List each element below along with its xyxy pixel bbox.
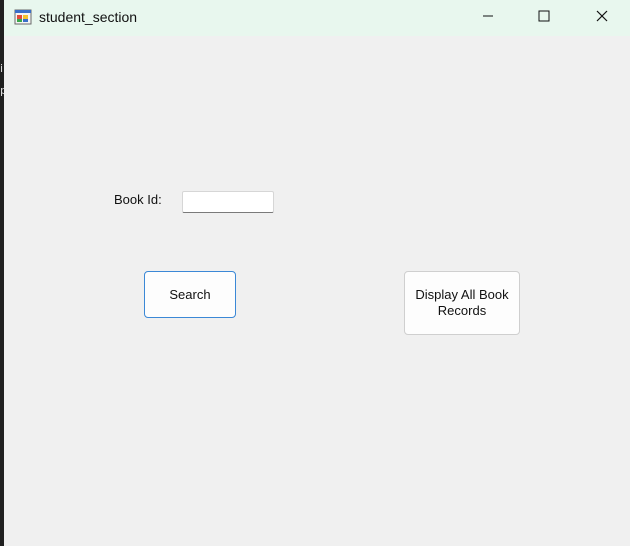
title-bar[interactable]: student_section bbox=[4, 0, 630, 36]
minimize-button[interactable] bbox=[460, 0, 516, 36]
main-window: student_section Book Id: Search Display … bbox=[4, 0, 630, 546]
book-id-label: Book Id: bbox=[114, 192, 162, 207]
close-button[interactable] bbox=[574, 0, 630, 36]
maximize-button[interactable] bbox=[516, 0, 572, 36]
display-all-book-records-button[interactable]: Display All Book Records bbox=[404, 271, 520, 335]
book-id-input[interactable] bbox=[182, 191, 274, 213]
window-title: student_section bbox=[39, 9, 138, 25]
maximize-icon bbox=[538, 9, 550, 27]
minimize-icon bbox=[482, 9, 494, 27]
close-icon bbox=[596, 9, 608, 27]
search-button[interactable]: Search bbox=[144, 271, 236, 318]
app-icon bbox=[14, 8, 32, 26]
edge-glyph: i bbox=[0, 62, 4, 75]
